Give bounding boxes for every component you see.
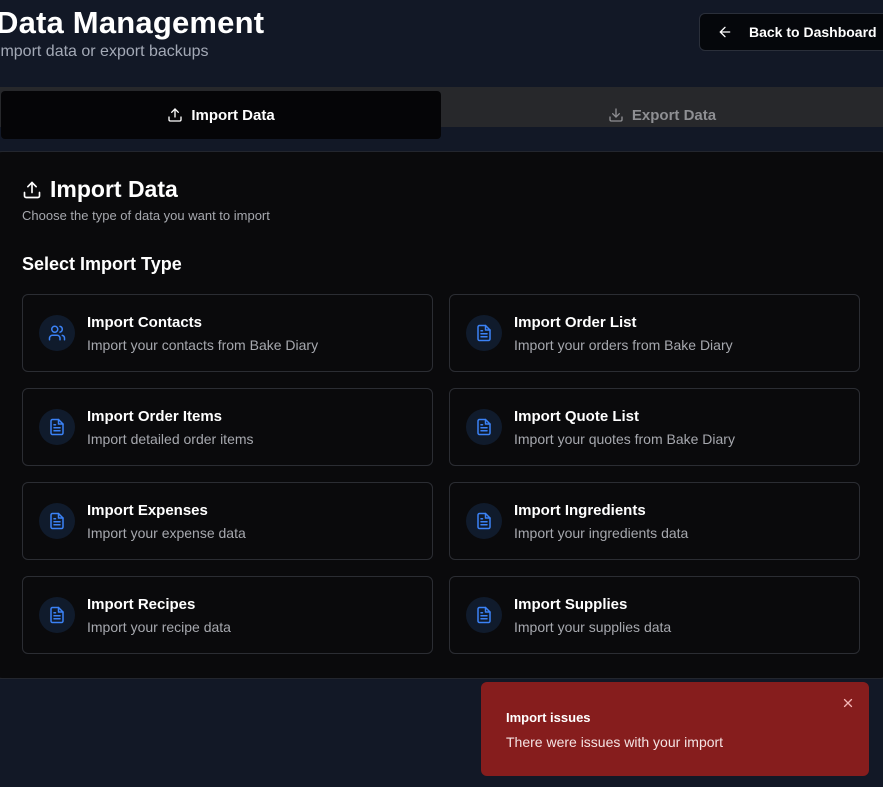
- option-title: Import Ingredients: [514, 502, 646, 519]
- document-icon: [39, 409, 75, 445]
- tab-export-data[interactable]: Export Data: [441, 91, 883, 139]
- page-title: Data Management: [0, 5, 265, 40]
- option-description: Import your orders from Bake Diary: [514, 337, 733, 353]
- section-title: Select Import Type: [22, 254, 182, 274]
- option-title: Import Recipes: [87, 596, 196, 613]
- option-description: Import your recipe data: [87, 619, 231, 635]
- import-ingredients-option[interactable]: Import Ingredients Import your ingredien…: [449, 482, 860, 560]
- document-icon: [466, 409, 502, 445]
- document-icon: [39, 503, 75, 539]
- document-icon: [466, 503, 502, 539]
- page-subtitle: Import data or export backups: [0, 43, 209, 60]
- option-description: Import your ingredients data: [514, 525, 689, 541]
- option-description: Import detailed order items: [87, 431, 254, 447]
- import-contacts-option[interactable]: Import Contacts Import your contacts fro…: [22, 294, 433, 372]
- card-title-text: Import Data: [50, 176, 178, 202]
- import-quote-list-option[interactable]: Import Quote List Import your quotes fro…: [449, 388, 860, 466]
- back-to-dashboard-button[interactable]: Back to Dashboard: [699, 13, 883, 51]
- import-supplies-option[interactable]: Import Supplies Import your supplies dat…: [449, 576, 860, 654]
- import-order-list-option[interactable]: Import Order List Import your orders fro…: [449, 294, 860, 372]
- card-title: Import Data: [22, 176, 178, 203]
- users-icon: [39, 315, 75, 351]
- option-title: Import Supplies: [514, 596, 628, 613]
- toast-title: Import issues: [506, 710, 591, 725]
- import-expenses-option[interactable]: Import Expenses Import your expense data: [22, 482, 433, 560]
- import-order-items-option[interactable]: Import Order Items Import detailed order…: [22, 388, 433, 466]
- tab-import-data[interactable]: Import Data: [1, 91, 441, 139]
- tab-import-label: Import Data: [191, 106, 275, 124]
- option-description: Import your quotes from Bake Diary: [514, 431, 735, 447]
- card-description: Choose the type of data you want to impo…: [22, 208, 270, 223]
- option-title: Import Expenses: [87, 502, 208, 519]
- download-icon: [608, 107, 624, 123]
- upload-icon: [22, 180, 42, 200]
- tab-bar: Import Data Export Data: [0, 87, 883, 139]
- option-title: Import Quote List: [514, 408, 639, 425]
- option-title: Import Order Items: [87, 408, 223, 425]
- option-description: Import your expense data: [87, 525, 246, 541]
- option-description: Import your contacts from Bake Diary: [87, 337, 319, 353]
- option-description: Import your supplies data: [514, 619, 672, 635]
- toast-message: There were issues with your import: [506, 734, 724, 750]
- upload-icon: [167, 107, 183, 123]
- back-button-label: Back to Dashboard: [749, 24, 877, 40]
- document-icon: [39, 597, 75, 633]
- document-icon: [466, 597, 502, 633]
- option-title: Import Contacts: [87, 314, 203, 331]
- error-toast: Import issues There were issues with you…: [481, 682, 869, 776]
- arrow-left-icon: [717, 24, 733, 40]
- import-recipes-option[interactable]: Import Recipes Import your recipe data: [22, 576, 433, 654]
- document-icon: [466, 315, 502, 351]
- tab-export-label: Export Data: [631, 106, 717, 124]
- close-icon[interactable]: [841, 696, 855, 710]
- option-title: Import Order List: [514, 314, 637, 331]
